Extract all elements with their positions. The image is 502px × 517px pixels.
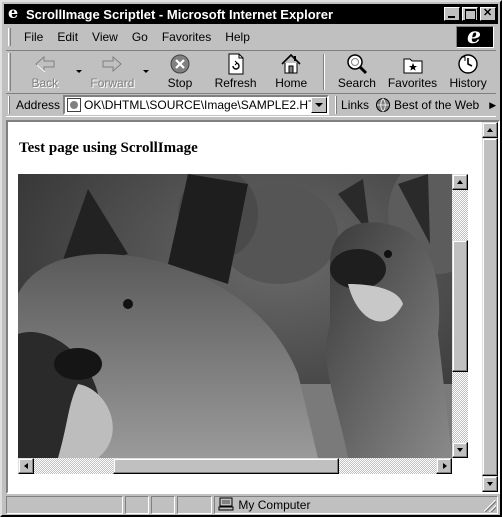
forward-button[interactable]: Forward	[85, 51, 141, 91]
page-vertical-scrollbar[interactable]	[482, 122, 498, 492]
forward-dropdown[interactable]	[140, 51, 152, 91]
status-extra-pane	[176, 496, 213, 514]
address-label: Address	[16, 98, 61, 112]
page-scroll-up-button[interactable]	[482, 122, 498, 138]
search-icon	[344, 53, 370, 75]
menu-favorites[interactable]: Favorites	[155, 28, 218, 46]
back-label: Back	[31, 76, 59, 90]
favorites-button[interactable]: Favorites	[385, 51, 441, 91]
computer-icon	[218, 497, 234, 514]
forward-label: Forward	[90, 76, 135, 90]
back-dropdown[interactable]	[73, 51, 85, 91]
menu-help[interactable]: Help	[218, 28, 257, 46]
scroll-up-button[interactable]	[452, 174, 468, 190]
image-horizontal-scrollbar[interactable]	[18, 458, 452, 474]
window-title: ScrollImage Scriptlet - Microsoft Intern…	[26, 6, 334, 22]
address-dropdown-button[interactable]	[311, 97, 328, 113]
status-secure-pane	[150, 496, 175, 514]
standard-toolbar: Back Forward Stop Refresh Home Search Fa…	[6, 50, 496, 92]
links-grip[interactable]	[335, 96, 338, 114]
stop-icon	[167, 53, 193, 75]
scroll-image-control	[18, 174, 470, 474]
toolbar-separator	[323, 54, 326, 90]
address-combo[interactable]: OK\DHTML\SOURCE\Image\SAMPLE2.HTM	[63, 95, 330, 115]
image-vertical-scrollbar[interactable]	[452, 174, 468, 458]
toolbar-grip[interactable]	[8, 53, 11, 91]
home-button[interactable]: Home	[263, 51, 319, 91]
links-best-of-web[interactable]: Best of the Web	[375, 97, 479, 113]
favorites-label: Favorites	[387, 76, 438, 90]
status-progress-pane	[125, 496, 149, 514]
minimize-button[interactable]	[444, 7, 460, 21]
dogs-photo	[18, 174, 452, 458]
document-body: Test page using ScrollImage	[8, 122, 482, 492]
dog-image[interactable]	[18, 174, 452, 458]
history-label: History	[449, 76, 487, 90]
ie-throbber-logo	[456, 23, 494, 49]
history-button[interactable]: History	[440, 51, 496, 91]
horizontal-scroll-thumb[interactable]	[113, 458, 339, 474]
search-button[interactable]: Search	[329, 51, 385, 91]
status-text-pane	[6, 496, 124, 514]
back-button[interactable]: Back	[17, 51, 73, 91]
page-scroll-thumb[interactable]	[482, 138, 498, 476]
links-label[interactable]: Links	[341, 98, 375, 112]
menu-go[interactable]: Go	[125, 28, 155, 46]
address-bar: Address OK\DHTML\SOURCE\Image\SAMPLE2.HT…	[6, 93, 496, 117]
zone-label: My Computer	[238, 498, 311, 512]
forward-arrow-icon	[99, 53, 125, 75]
menu-file[interactable]: File	[17, 28, 50, 46]
home-label: Home	[275, 76, 308, 90]
menu-edit[interactable]: Edit	[50, 28, 85, 46]
vertical-scroll-thumb[interactable]	[452, 240, 468, 372]
menu-bar: File Edit View Go Favorites Help	[6, 23, 496, 49]
menu-grip[interactable]	[8, 28, 11, 46]
link-page-icon	[375, 97, 391, 113]
scroll-right-button[interactable]	[436, 458, 452, 474]
home-icon	[278, 53, 304, 75]
page-scroll-down-button[interactable]	[482, 476, 498, 492]
refresh-button[interactable]: Refresh	[208, 51, 264, 91]
close-button[interactable]	[480, 7, 496, 21]
resize-grip[interactable]	[484, 500, 496, 512]
search-label: Search	[337, 76, 376, 90]
page-icon	[67, 98, 82, 112]
maximize-button[interactable]	[462, 7, 478, 21]
links-item-label: Best of the Web	[394, 98, 480, 112]
favorites-icon	[400, 53, 426, 75]
address-grip[interactable]	[8, 96, 10, 114]
stop-label: Stop	[167, 76, 193, 90]
status-bar: My Computer	[6, 496, 500, 515]
title-bar[interactable]: ScrollImage Scriptlet - Microsoft Intern…	[4, 3, 498, 24]
browser-window: ScrollImage Scriptlet - Microsoft Intern…	[0, 0, 502, 517]
scroll-down-button[interactable]	[452, 442, 468, 458]
ie-app-icon[interactable]	[6, 3, 22, 22]
refresh-icon	[223, 53, 249, 75]
scroll-left-button[interactable]	[18, 458, 34, 474]
status-zone-pane: My Computer	[214, 496, 498, 514]
page-content-area: Test page using ScrollImage	[6, 120, 500, 494]
history-icon	[455, 53, 481, 75]
back-arrow-icon	[32, 53, 58, 75]
page-heading: Test page using ScrollImage	[19, 140, 198, 156]
stop-button[interactable]: Stop	[152, 51, 208, 91]
menu-view[interactable]: View	[85, 28, 125, 46]
refresh-label: Refresh	[214, 76, 257, 90]
links-chevron-icon[interactable]: ▶	[489, 100, 496, 111]
address-input[interactable]: OK\DHTML\SOURCE\Image\SAMPLE2.HTM	[84, 98, 311, 112]
